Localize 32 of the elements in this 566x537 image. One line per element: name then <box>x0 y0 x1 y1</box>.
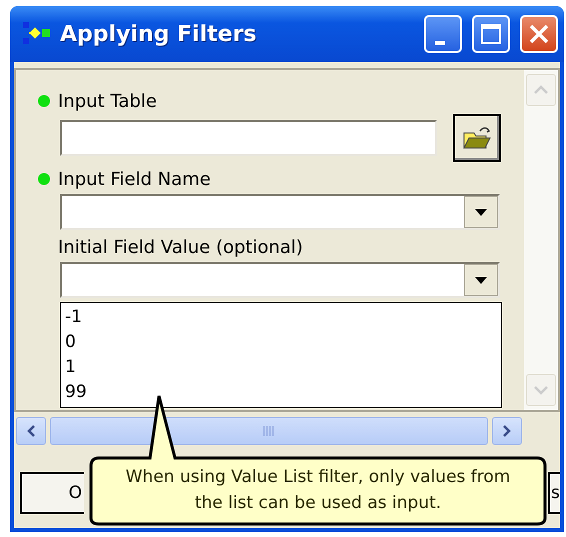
scroll-left-button[interactable] <box>16 417 46 445</box>
dialog-button[interactable]: s <box>548 472 560 514</box>
list-item[interactable]: 1 <box>65 355 76 380</box>
maximize-icon <box>480 23 502 45</box>
input-field[interactable] <box>60 120 437 156</box>
scroll-thumb[interactable] <box>50 417 488 445</box>
minimize-icon <box>435 41 445 45</box>
tooltip-text: When using Value List filter, only values from the list can be used as input. <box>124 466 512 515</box>
list-item[interactable]: -1 <box>65 305 82 330</box>
scroll-right-button[interactable] <box>492 417 522 445</box>
maximize-button[interactable] <box>472 15 510 53</box>
chevron-down-icon <box>533 385 549 395</box>
grip-icon <box>263 426 275 436</box>
field-label: Input Field Name <box>58 168 211 190</box>
close-icon <box>528 23 550 45</box>
minimize-button[interactable] <box>424 15 462 53</box>
dropdown-arrow-icon <box>475 276 487 284</box>
close-button[interactable] <box>520 15 558 53</box>
chevron-up-icon <box>533 85 549 95</box>
chevron-left-icon <box>26 424 36 438</box>
field-label: Initial Field Value (optional) <box>58 236 303 258</box>
list-item[interactable]: 99 <box>65 380 87 405</box>
list-item[interactable]: 0 <box>65 330 76 355</box>
dropdown-arrow-icon <box>475 208 487 216</box>
field-label: Input Table <box>58 90 157 112</box>
browse-button[interactable] <box>453 114 501 162</box>
dialog-button[interactable]: O <box>20 472 84 514</box>
dropdown-field[interactable] <box>60 194 500 230</box>
chevron-right-icon <box>502 424 512 438</box>
folder-icon <box>462 125 492 151</box>
window-title: Applying Filters <box>60 22 258 46</box>
dropdown-field[interactable] <box>60 262 500 298</box>
